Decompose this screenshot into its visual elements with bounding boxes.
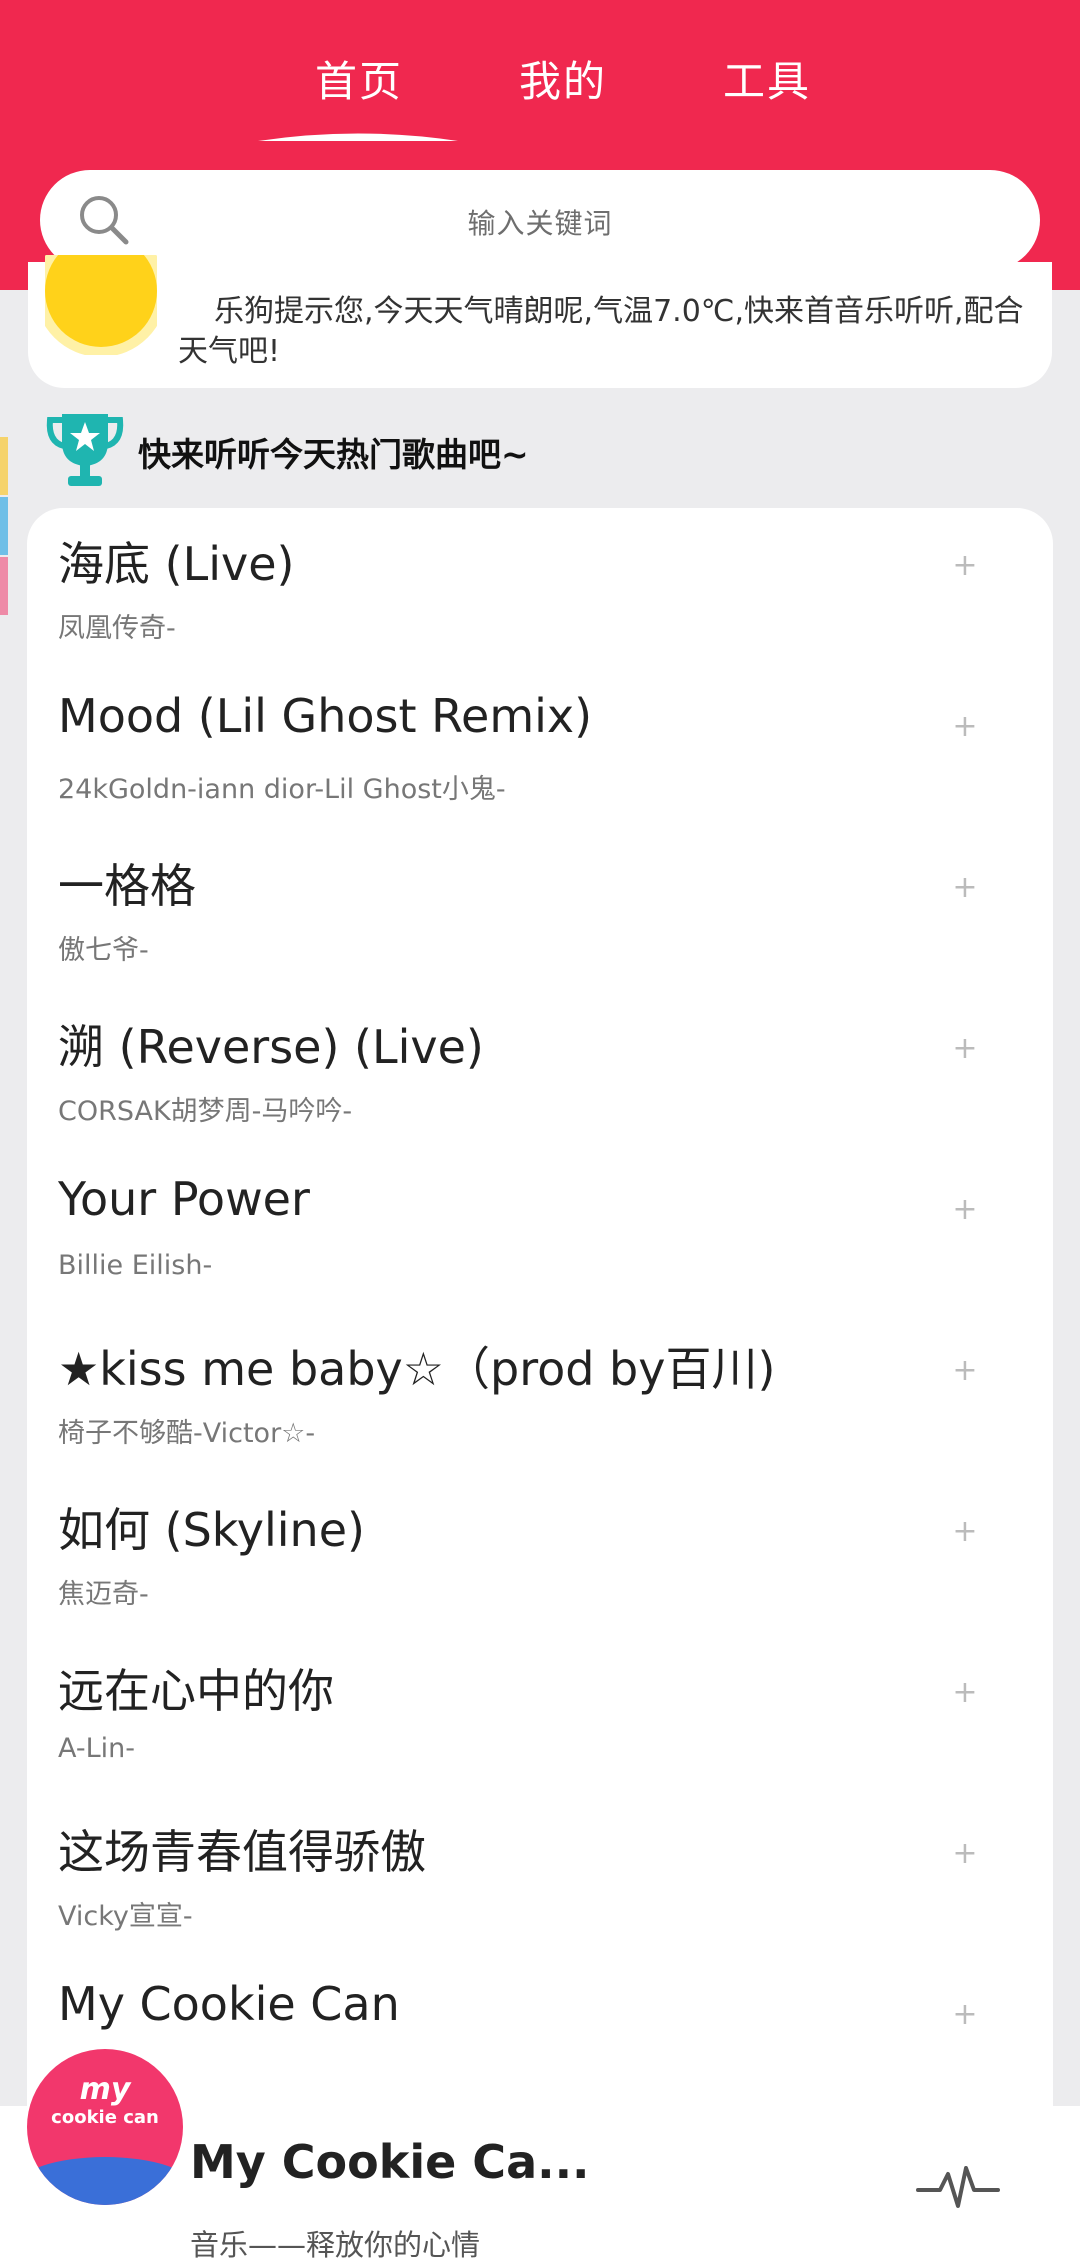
song-item[interactable]: Your Power Billie Eilish- + (27, 1152, 1053, 1313)
song-artist: 凤凰传奇- (58, 613, 176, 644)
song-item[interactable]: Mood (Lil Ghost Remix) 24kGoldn-iann dio… (27, 669, 1053, 830)
now-playing-title[interactable]: My Cookie Ca... (190, 2135, 590, 2189)
song-title: 一格格 (58, 859, 196, 913)
song-artist: 椅子不够酷-Victor☆- (58, 1418, 316, 1449)
hot-section-title: 快来听听今天热门歌曲吧~ (138, 435, 529, 474)
add-song-button[interactable]: + (945, 1353, 985, 1388)
sun-icon (45, 255, 157, 355)
album-art-decoration (27, 2157, 183, 2205)
song-artist: Billie Eilish- (58, 1250, 213, 1281)
side-strip-pink (0, 557, 8, 615)
app-screen: 首页 我的 工具 输入关键词 乐狗提示您,今天天气晴朗呢,气温7.0℃,快来首音… (0, 0, 1080, 2268)
song-item[interactable]: 远在心中的你 A-Lin- + (27, 1635, 1053, 1796)
song-item[interactable]: 如何 (Skyline) 焦迈奇- + (27, 1474, 1053, 1635)
song-title: 如何 (Skyline) (58, 1503, 365, 1557)
song-item[interactable]: 溯 (Reverse) (Live) CORSAK胡梦周-马吟吟- + (27, 991, 1053, 1152)
song-title: ★kiss me baby☆（prod by百川) (58, 1342, 776, 1396)
active-tab-indicator (258, 133, 458, 141)
add-song-button[interactable]: + (945, 1031, 985, 1066)
song-list: 海底 (Live) 凤凰传奇- + Mood (Lil Ghost Remix)… (27, 508, 1053, 2108)
song-item[interactable]: 这场青春值得骄傲 Vicky宣宣- + (27, 1796, 1053, 1957)
pulse-icon[interactable] (916, 2160, 1000, 2214)
add-song-button[interactable]: + (945, 1675, 985, 1710)
song-title: My Cookie Can (58, 1977, 400, 2031)
song-title: 溯 (Reverse) (Live) (58, 1020, 484, 1074)
song-item[interactable]: 一格格 傲七爷- + (27, 830, 1053, 991)
song-artist: CORSAK胡梦周-马吟吟- (58, 1096, 353, 1127)
trophy-icon (46, 414, 124, 486)
song-artist: A-Lin- (58, 1733, 136, 1764)
song-title: 海底 (Live) (58, 537, 295, 591)
add-song-button[interactable]: + (945, 1997, 985, 2032)
add-song-button[interactable]: + (945, 1514, 985, 1549)
song-artist: 24kGoldn-iann dior-Lil Ghost小鬼- (58, 774, 506, 805)
weather-message: 乐狗提示您,今天天气晴朗呢,气温7.0℃,快来首音乐听听,配合天气吧! (178, 294, 1024, 369)
song-item[interactable]: ★kiss me baby☆（prod by百川) 椅子不够酷-Victor☆-… (27, 1313, 1053, 1474)
song-title: Mood (Lil Ghost Remix) (58, 689, 593, 743)
song-title: 远在心中的你 (58, 1664, 334, 1718)
add-song-button[interactable]: + (945, 709, 985, 744)
tab-mine[interactable]: 我的 (493, 48, 633, 109)
song-artist: 焦迈奇- (58, 1579, 149, 1610)
add-song-button[interactable]: + (945, 1836, 985, 1871)
header-bar: 首页 我的 工具 输入关键词 (0, 0, 1080, 290)
add-song-button[interactable]: + (945, 548, 985, 583)
album-art-logo: my (79, 2072, 131, 2107)
side-strip-yellow (0, 437, 8, 495)
search-bar[interactable]: 输入关键词 (40, 170, 1040, 270)
add-song-button[interactable]: + (945, 1192, 985, 1227)
top-tabs: 首页 我的 工具 (0, 0, 1080, 150)
song-artist: 傲七爷- (58, 935, 149, 966)
album-art[interactable]: my cookie can (27, 2049, 183, 2205)
search-input[interactable]: 输入关键词 (40, 202, 1040, 242)
song-title: Your Power (58, 1172, 310, 1226)
now-playing-subtitle: 音乐——释放你的心情 (190, 2228, 481, 2262)
song-item[interactable]: 海底 (Live) 凤凰传奇- + (27, 508, 1053, 669)
album-art-logo-sub: cookie can (51, 2107, 159, 2128)
song-artist: Vicky宣宣- (58, 1901, 193, 1932)
add-song-button[interactable]: + (945, 870, 985, 905)
side-strip-blue (0, 497, 8, 555)
song-title: 这场青春值得骄傲 (58, 1825, 426, 1879)
tab-home[interactable]: 首页 (289, 48, 429, 109)
tab-tools[interactable]: 工具 (697, 48, 837, 109)
